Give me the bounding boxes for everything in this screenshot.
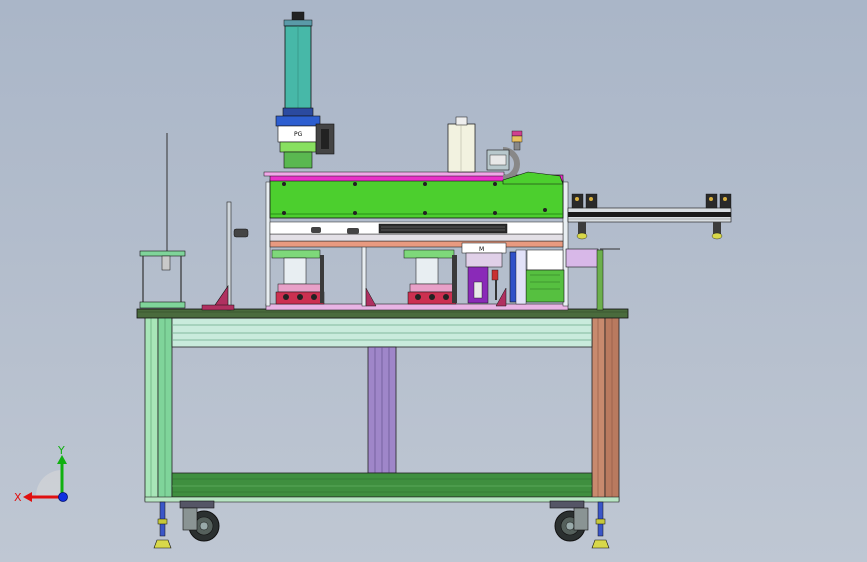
white-block [447,123,476,173]
machine-drawing: PG M Y X [14,11,732,549]
cad-viewport[interactable]: PG M Y X [0,0,867,562]
x-axis-label: X [14,491,22,504]
upper-crossbeam [171,317,593,348]
lift-plate-label: M [479,246,484,253]
lift-unit-left [271,249,325,305]
right-leg-front [591,316,606,502]
lower-shelf [171,472,593,498]
tabletop [136,308,629,319]
left-leveling-foot [153,501,172,549]
lift-unit-right: M [461,242,507,304]
table-frame [136,308,629,503]
left-leg-front [144,316,159,502]
upper-beam-green [269,179,564,219]
axis-triad: Y X [14,444,68,504]
cylinder-plate-label: PG [294,131,303,138]
conveyor [567,193,732,240]
right-leveling-foot [591,501,610,549]
y-axis-label: Y [57,444,65,457]
z-axis-dot [58,492,68,502]
left-fixtures [139,133,249,311]
lift-unit-center [403,249,457,305]
press-cylinder: PG [275,11,335,169]
casters [153,500,610,549]
